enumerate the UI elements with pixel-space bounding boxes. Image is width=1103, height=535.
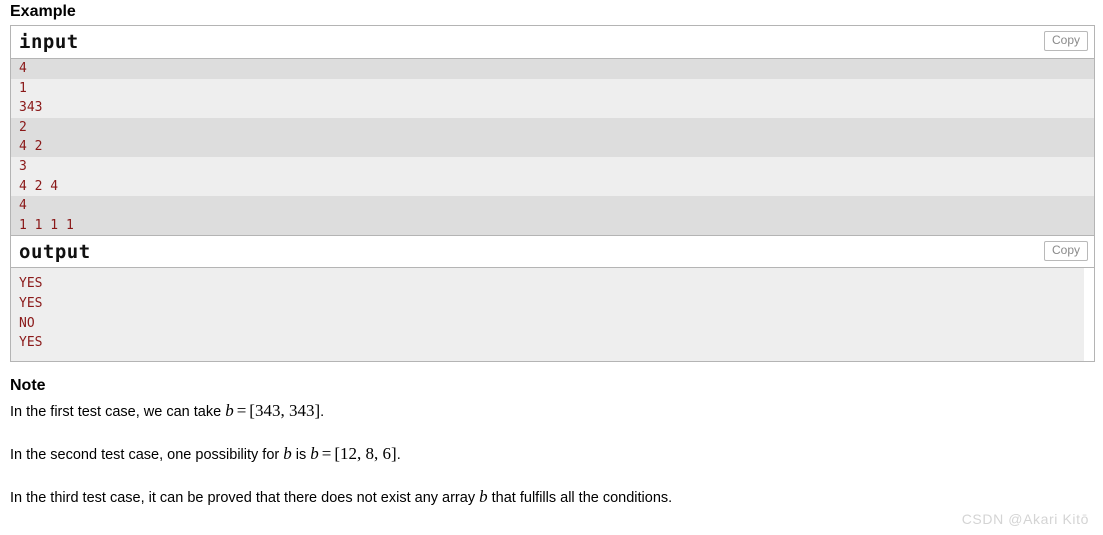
math-variable: b bbox=[479, 486, 488, 506]
example-heading: Example bbox=[10, 3, 76, 20]
copy-input-button[interactable]: Copy bbox=[1043, 31, 1088, 51]
math-expression: b = [12, 8, 6] bbox=[310, 444, 396, 463]
code-line: 4 2 bbox=[19, 139, 43, 155]
note-heading: Note bbox=[10, 376, 46, 394]
note-paragraph-3: In the third test case, it can be proved… bbox=[10, 465, 1095, 508]
input-block: input Copy 4 1 343 2 4 2 3 4 2 4 4 1 1 1… bbox=[11, 26, 1094, 236]
note-text-suffix: . bbox=[396, 446, 401, 463]
code-line: YES bbox=[19, 335, 43, 351]
problem-example-page: Example input Copy 4 1 343 2 4 2 3 4 2 4… bbox=[0, 0, 1103, 508]
math-inline-variable: b bbox=[479, 487, 488, 506]
output-lines: YES YES NO YES bbox=[11, 268, 1084, 361]
math-operator: = bbox=[321, 443, 332, 463]
math-value: [12, 8, 6] bbox=[334, 443, 397, 463]
math-variable: b bbox=[225, 400, 234, 420]
test-group: 1 343 bbox=[11, 78, 1094, 118]
input-title: input bbox=[19, 31, 79, 53]
test-group: 4 1 1 1 1 bbox=[11, 196, 1094, 236]
code-line: 3 bbox=[19, 158, 27, 174]
note-text-suffix: . bbox=[320, 403, 325, 420]
test-group: 2 4 2 bbox=[11, 117, 1094, 157]
code-line: 4 bbox=[19, 61, 27, 76]
math-variable: b bbox=[310, 443, 319, 463]
output-block: output Copy YES YES NO YES bbox=[11, 235, 1094, 361]
code-line: YES bbox=[19, 295, 43, 311]
input-code-body[interactable]: 4 1 343 2 4 2 3 4 2 4 4 1 1 1 1 bbox=[11, 59, 1094, 236]
code-line: 1 1 1 1 bbox=[19, 217, 74, 233]
code-line: NO bbox=[19, 315, 35, 331]
input-title-bar: input Copy bbox=[11, 26, 1094, 59]
math-expression: b = [343, 343] bbox=[225, 401, 320, 420]
note-text: In the third test case, it can be proved… bbox=[10, 489, 480, 506]
note-text-suffix: that fulfills all the conditions. bbox=[487, 489, 673, 506]
output-title-bar: output Copy bbox=[11, 235, 1094, 269]
test-group: 3 4 2 4 bbox=[11, 156, 1094, 197]
sample-tests-container: input Copy 4 1 343 2 4 2 3 4 2 4 4 1 1 1… bbox=[10, 25, 1095, 362]
note-section: Note In the first test case, we can take… bbox=[10, 362, 1095, 508]
note-text: In the first test case, we can take bbox=[10, 403, 226, 420]
code-line: 343 bbox=[19, 100, 43, 116]
test-group: 4 bbox=[11, 59, 1094, 79]
output-title: output bbox=[19, 241, 91, 264]
math-variable: b bbox=[283, 443, 292, 463]
note-paragraph-1: In the first test case, we can take b = [3… bbox=[10, 399, 1095, 422]
note-text-mid: is bbox=[291, 446, 311, 463]
copy-output-button[interactable]: Copy bbox=[1043, 241, 1088, 262]
code-line: 4 bbox=[19, 198, 27, 214]
note-paragraph-2: In the second test case, one possibility… bbox=[10, 422, 1095, 465]
code-line: 1 bbox=[19, 80, 27, 96]
math-operator: = bbox=[236, 400, 247, 420]
math-value: [343, 343] bbox=[249, 400, 321, 420]
code-line: 4 2 4 bbox=[19, 178, 59, 194]
code-line: YES bbox=[19, 276, 43, 292]
code-line: 2 bbox=[19, 119, 27, 135]
note-text: In the second test case, one possibility… bbox=[10, 446, 284, 463]
output-code-body[interactable]: YES YES NO YES bbox=[11, 268, 1094, 361]
csdn-watermark: CSDN @Akari Kitō bbox=[961, 511, 1089, 527]
math-inline-variable: b bbox=[283, 444, 292, 463]
